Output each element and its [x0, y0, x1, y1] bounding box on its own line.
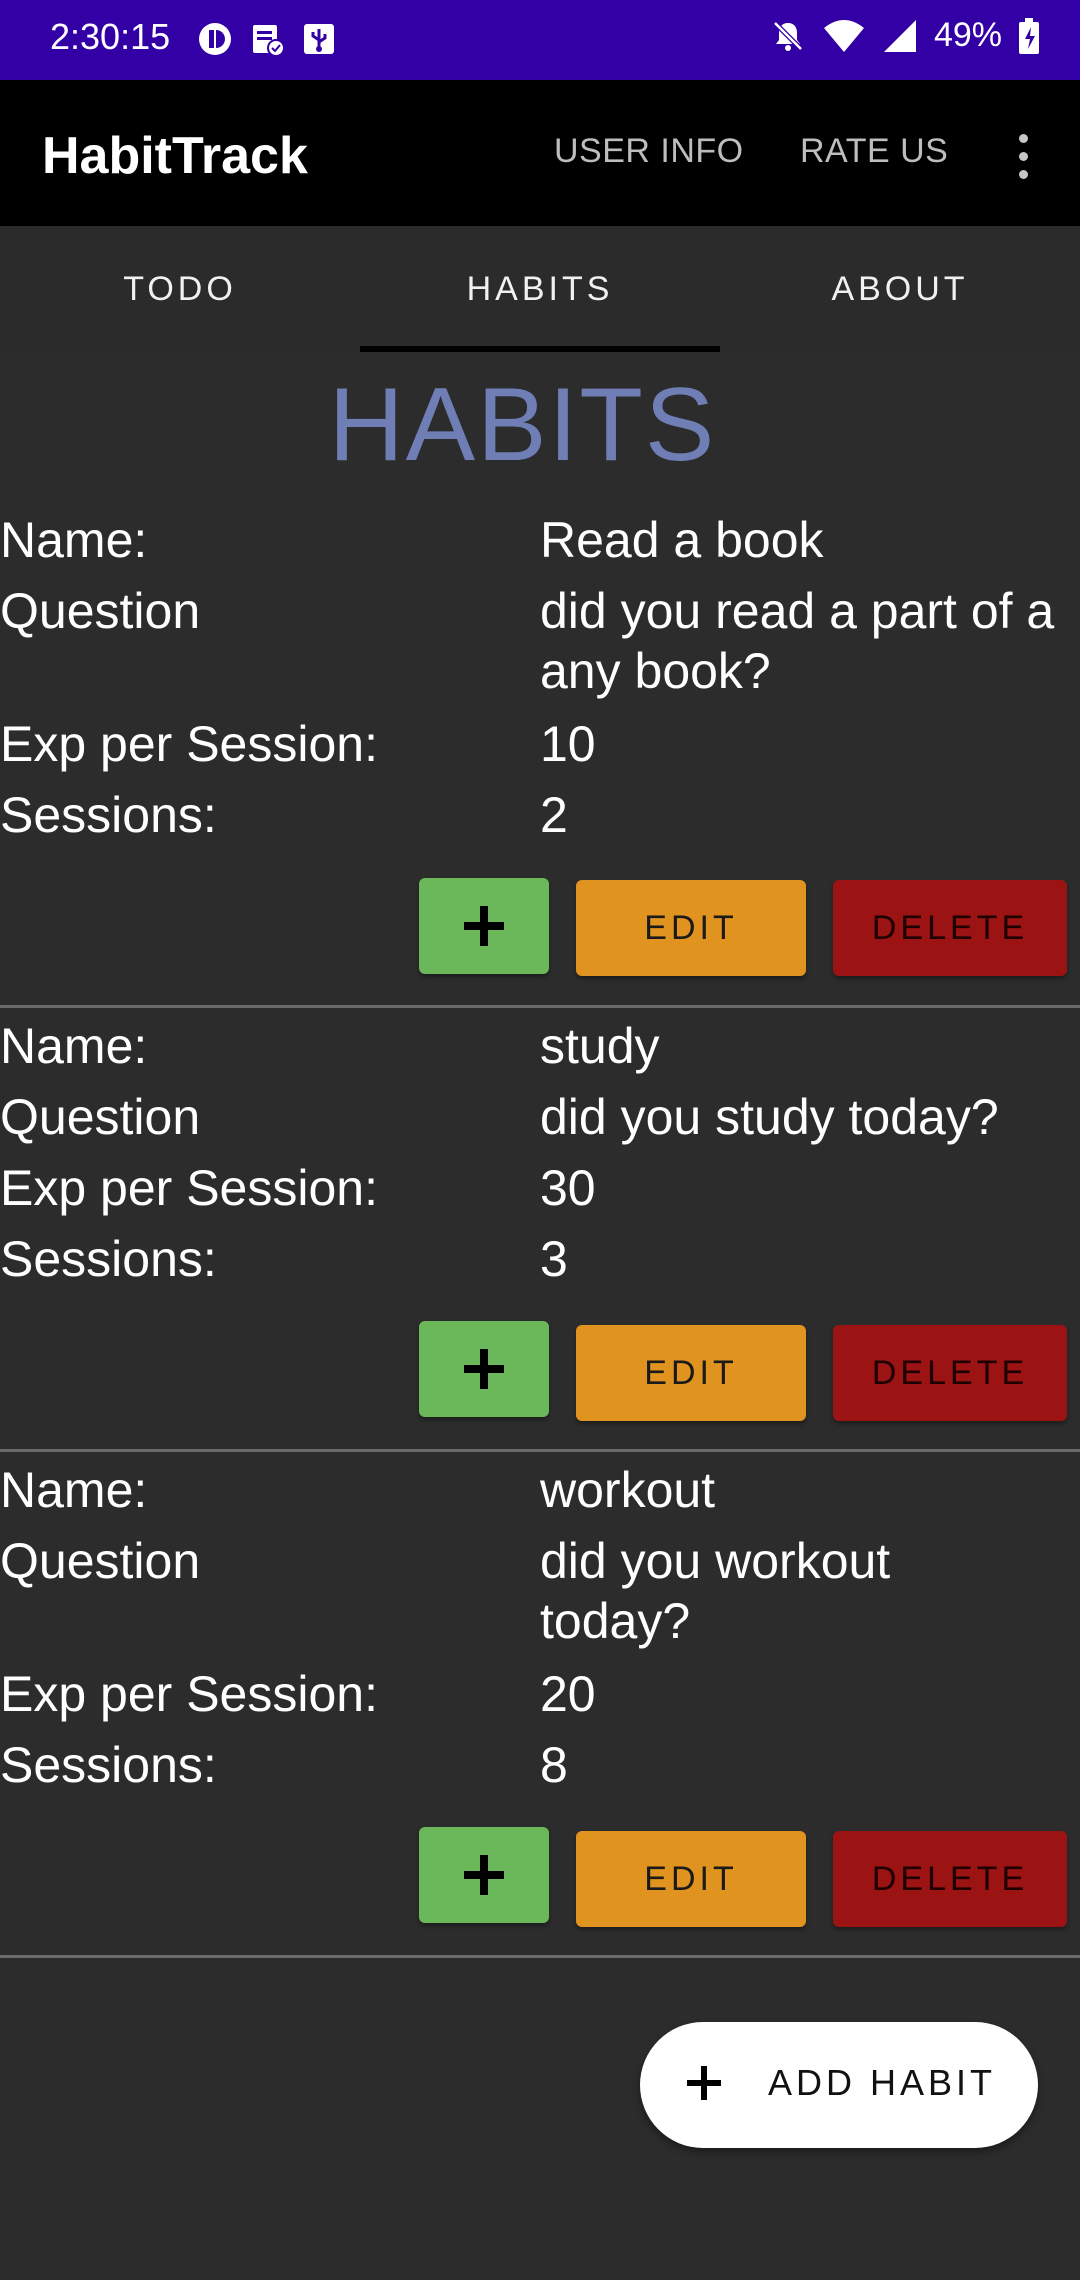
question-label: Question [0, 583, 201, 639]
user-info-button[interactable]: USER INFO [554, 132, 744, 171]
delete-button[interactable]: DELETE [833, 880, 1067, 976]
overflow-menu-icon[interactable] [1006, 132, 1040, 182]
add-habit-label: ADD HABIT [768, 2062, 997, 2103]
edit-button[interactable]: EDIT [576, 1831, 806, 1927]
plus-icon [464, 1349, 504, 1389]
tab-about[interactable]: ABOUT [720, 226, 1080, 352]
habit-question: did you study today? [540, 1089, 999, 1145]
usb-icon [304, 24, 334, 54]
habit-sessions: 8 [540, 1737, 568, 1793]
app-title: HabitTrack [42, 127, 308, 185]
habit-question: did you workout today? [540, 1533, 891, 1649]
divider [0, 1449, 1080, 1452]
question-label: Question [0, 1533, 201, 1589]
name-label: Name: [0, 1018, 148, 1074]
delete-button[interactable]: DELETE [833, 1325, 1067, 1421]
name-label: Name: [0, 512, 148, 568]
edit-button[interactable]: EDIT [576, 880, 806, 976]
add-session-button[interactable] [419, 1827, 549, 1923]
habit-name: Read a book [540, 512, 824, 568]
plus-icon [687, 2066, 721, 2100]
notification-icons [196, 20, 338, 58]
sessions-label: Sessions: [0, 1737, 217, 1793]
bell-off-icon [773, 20, 803, 51]
sessions-label: Sessions: [0, 1231, 217, 1287]
task-notification-icon [253, 25, 285, 57]
rate-us-button[interactable]: RATE US [800, 132, 948, 171]
sessions-label: Sessions: [0, 787, 217, 843]
tab-todo[interactable]: TODO [0, 226, 360, 352]
app-notification-icon [199, 23, 231, 55]
question-label: Question [0, 1089, 201, 1145]
wifi-icon [823, 19, 864, 52]
app-bar: HabitTrack USER INFO RATE US [0, 80, 1080, 226]
add-habit-button[interactable]: ADD HABIT [640, 2022, 1038, 2148]
battery-percent: 49% [933, 16, 1002, 54]
status-bar: 2:30:15 49% [0, 0, 1080, 80]
habits-screen: 2:30:15 49% HabitTrack USER INFO RATE US… [0, 0, 1080, 2280]
plus-icon [464, 1855, 504, 1895]
add-session-button[interactable] [419, 1321, 549, 1417]
tab-habits[interactable]: HABITS [360, 226, 720, 352]
habit-question: did you read a part of a any book? [540, 583, 1055, 699]
edit-button[interactable]: EDIT [576, 1325, 806, 1421]
habit-exp: 30 [540, 1160, 596, 1216]
divider [0, 1955, 1080, 1958]
battery-charging-icon [1019, 17, 1039, 54]
habit-exp: 20 [540, 1666, 596, 1722]
add-session-button[interactable] [419, 878, 549, 974]
delete-button[interactable]: DELETE [833, 1831, 1067, 1927]
habit-sessions: 3 [540, 1231, 568, 1287]
divider [0, 1005, 1080, 1008]
signal-icon [883, 19, 916, 52]
habit-name: study [540, 1018, 660, 1074]
plus-icon [464, 906, 504, 946]
exp-label: Exp per Session: [0, 1666, 378, 1722]
exp-label: Exp per Session: [0, 716, 378, 772]
page-heading: HABITS [328, 367, 717, 483]
tab-bar: TODO HABITS ABOUT [0, 226, 1080, 352]
habit-sessions: 2 [540, 787, 568, 843]
name-label: Name: [0, 1462, 148, 1518]
habit-exp: 10 [540, 716, 596, 772]
habit-name: workout [540, 1462, 716, 1518]
system-icons: 49% [770, 16, 1040, 55]
selected-tab-indicator [360, 346, 720, 352]
exp-label: Exp per Session: [0, 1160, 378, 1216]
status-time: 2:30:15 [50, 16, 171, 57]
